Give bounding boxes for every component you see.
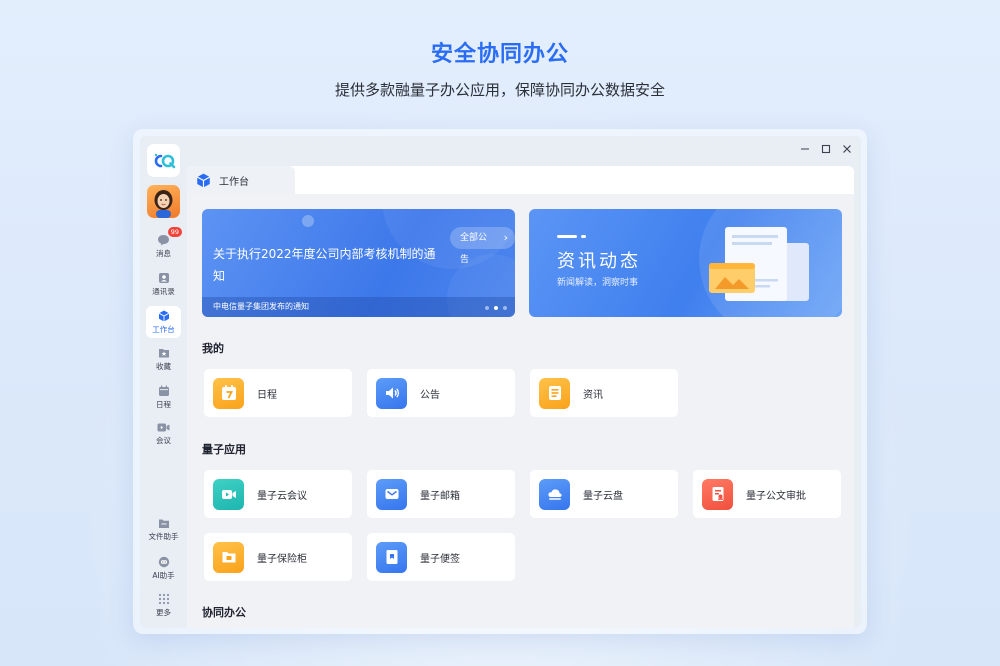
hero-subtitle: 提供多款融量子办公应用，保障协同办公数据安全 — [334, 81, 665, 99]
news-icon — [539, 377, 570, 409]
app-card-announcement[interactable]: 公告 — [367, 369, 515, 417]
sidebar-item-label: 更多 — [156, 607, 171, 617]
app-card-label: 量子邮箱 — [420, 490, 460, 502]
sidebar-item-ai-assistant[interactable]: AI助手 — [146, 552, 181, 584]
app-card-sticky-note[interactable]: 量子便签 — [367, 533, 515, 581]
avatar-icon — [154, 190, 173, 218]
tab-workbench[interactable]: 工作台 — [187, 166, 295, 194]
grid-icon — [158, 593, 169, 604]
sidebar-item-label: 消息 — [156, 248, 171, 258]
chat-icon — [158, 234, 169, 245]
app-card-label: 量子便签 — [420, 553, 460, 565]
contacts-icon — [158, 272, 169, 283]
sidebar-item-calendar[interactable]: 日程 — [146, 381, 181, 413]
maximize-icon — [821, 144, 831, 154]
video-meeting-icon — [213, 478, 244, 510]
sidebar-item-more[interactable]: 更多 — [146, 589, 181, 621]
sidebar-item-label: 收藏 — [156, 361, 171, 371]
minimize-icon — [801, 148, 809, 150]
tab-label: 工作台 — [219, 176, 249, 188]
carousel-dots[interactable] — [485, 306, 507, 310]
app-card-label: 日程 — [257, 389, 277, 401]
app-card-label: 公告 — [420, 389, 440, 401]
sidebar-item-contacts[interactable]: 通讯录 — [146, 268, 181, 300]
all-announcements-button[interactable]: 全部公告 › — [450, 227, 515, 265]
carousel-dot[interactable] — [485, 306, 489, 310]
news-title: 资讯动态 — [557, 251, 641, 272]
window-controls — [799, 143, 853, 155]
app-card-safe-box[interactable]: 量子保险柜 — [204, 533, 352, 581]
chevron-right-icon: › — [503, 231, 508, 244]
video-icon — [157, 423, 170, 432]
announcement-source: 中电信量子集团发布的通知 — [202, 297, 515, 317]
sidebar-item-label: 会议 — [156, 436, 171, 445]
tab-bar: 工作台 — [187, 166, 854, 194]
app-card-label: 资讯 — [583, 389, 603, 401]
app-card-label: 量子保险柜 — [257, 553, 307, 565]
sidebar-item-favorites[interactable]: 收藏 — [146, 343, 181, 375]
unread-badge: 99 — [167, 227, 182, 237]
sidebar-item-label: 日程 — [156, 399, 171, 409]
app-card-news[interactable]: 资讯 — [530, 369, 678, 417]
news-banner[interactable]: 资讯动态 新闻解读，洞察时事 — [529, 209, 842, 317]
workbench-icon — [196, 173, 211, 187]
news-subtitle: 新闻解读，洞察时事 — [557, 278, 639, 288]
sidebar: 99 消息 通讯录 工作台 收藏 日程 会议 文件助手 AI助手 更多 — [140, 136, 186, 628]
speaker-icon — [376, 377, 407, 409]
app-card-document-approval[interactable]: 量子公文审批 — [693, 470, 841, 518]
section-title-quantum-apps: 量子应用 — [202, 443, 246, 456]
workbench-content: 关于执行2022年度公司内部考核机制的通知 全部公告 › 中电信量子集团发布的通… — [187, 194, 854, 628]
section-title-mine: 我的 — [202, 342, 224, 355]
sidebar-item-messages[interactable]: 99 消息 — [146, 227, 182, 262]
sidebar-item-workbench[interactable]: 工作台 — [146, 306, 181, 338]
section-title-collaboration: 协同办公 — [202, 606, 246, 619]
star-icon — [158, 348, 169, 357]
app-card-mail[interactable]: 量子邮箱 — [367, 470, 515, 518]
close-button[interactable] — [841, 143, 853, 155]
hero-title: 安全协同办公 — [430, 42, 569, 67]
sidebar-item-label: 工作台 — [152, 324, 175, 334]
app-card-label: 量子云会议 — [257, 490, 307, 502]
sidebar-item-label: 文件助手 — [148, 532, 179, 541]
sidebar-item-label: 通讯录 — [152, 286, 175, 296]
calendar-7-icon — [213, 377, 244, 409]
app-card-cloud-drive[interactable]: 量子云盘 — [530, 470, 678, 518]
avatar[interactable] — [147, 185, 180, 218]
minimize-button[interactable] — [799, 143, 811, 155]
sidebar-item-file-assistant[interactable]: 文件助手 — [146, 514, 181, 546]
app-window: 99 消息 通讯录 工作台 收藏 日程 会议 文件助手 AI助手 更多 工作台 … — [140, 136, 861, 628]
app-card-cloud-meeting[interactable]: 量子云会议 — [204, 470, 352, 518]
sidebar-item-label: AI助手 — [152, 570, 175, 580]
sidebar-item-meeting[interactable]: 会议 — [146, 418, 181, 450]
safe-box-icon — [213, 541, 244, 573]
app-card-label: 量子公文审批 — [746, 490, 806, 502]
maximize-button[interactable] — [820, 143, 832, 155]
sticky-note-icon — [376, 541, 407, 573]
folder-icon — [158, 519, 169, 528]
logo-icon — [154, 153, 175, 168]
close-icon — [843, 145, 851, 153]
ai-icon — [158, 556, 169, 567]
carousel-dot[interactable] — [503, 306, 507, 310]
mail-icon — [376, 478, 407, 510]
carousel-dot-active[interactable] — [494, 306, 498, 310]
announcement-banner[interactable]: 关于执行2022年度公司内部考核机制的通知 全部公告 › 中电信量子集团发布的通… — [202, 209, 515, 317]
app-logo — [147, 144, 180, 177]
cloud-drive-icon — [539, 478, 570, 510]
workbench-icon — [158, 310, 169, 321]
app-card-label: 量子云盘 — [583, 490, 623, 502]
calendar-icon — [158, 385, 169, 396]
announcement-title: 关于执行2022年度公司内部考核机制的通知 — [213, 247, 436, 283]
document-approval-icon — [702, 478, 733, 510]
app-card-schedule[interactable]: 日程 — [204, 369, 352, 417]
